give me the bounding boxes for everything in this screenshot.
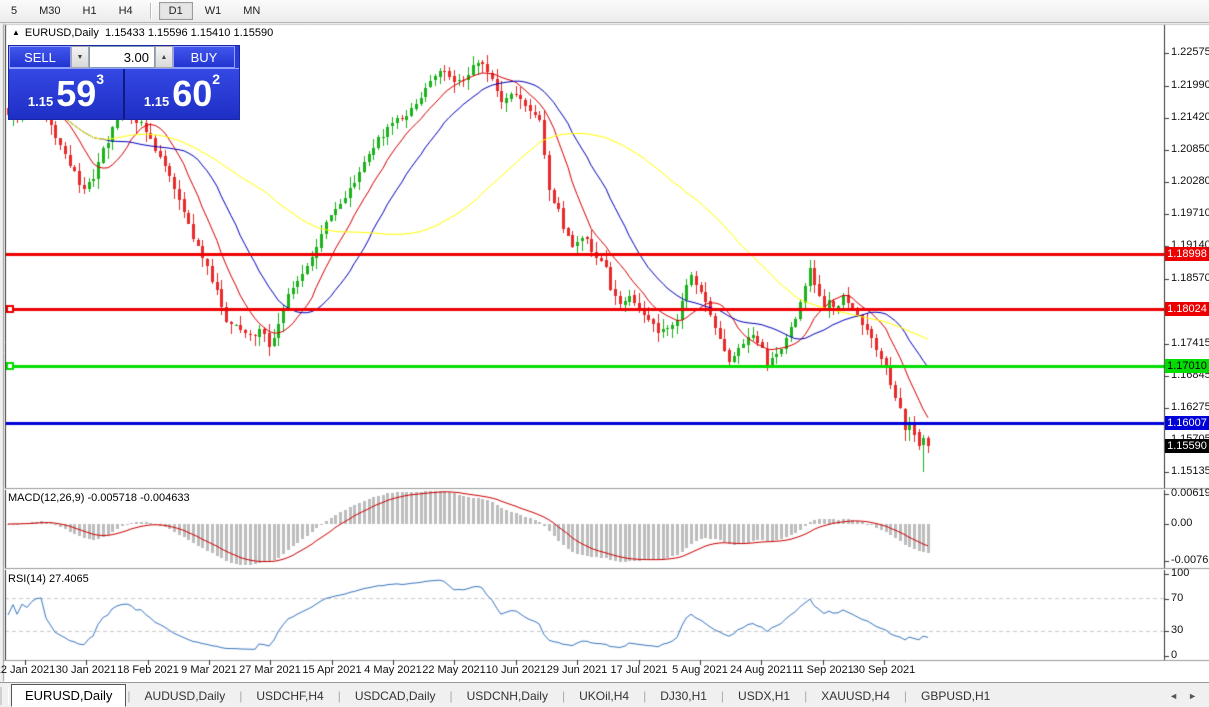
price-chart-canvas[interactable] xyxy=(0,22,1209,682)
date-axis-label: 18 Feb 2021 xyxy=(117,664,179,676)
chart-window: ▲ EURUSD,Daily 1.15433 1.15596 1.15410 1.… xyxy=(0,0,1209,707)
tab-UKOil[interactable]: UKOil,H4 xyxy=(566,686,642,706)
date-axis-label: 24 Aug 2021 xyxy=(730,664,792,676)
ask-price-prefix: 1.15 xyxy=(144,94,169,109)
one-click-trade-panel: SELL ▼ 3.00 ▲ BUY 1.15 59 3 1.15 60 2 xyxy=(8,45,240,120)
tab-EURUSD[interactable]: EURUSD,Daily xyxy=(11,684,126,707)
tab-GBPUSD[interactable]: GBPUSD,H1 xyxy=(908,686,1003,706)
sell-button[interactable]: SELL xyxy=(9,46,71,68)
current-price-tag: 1.15590 xyxy=(1165,439,1209,453)
date-axis-label: 4 May 2021 xyxy=(364,664,421,676)
volume-decrease-button[interactable]: ▼ xyxy=(71,46,89,68)
date-axis-label: 15 Apr 2021 xyxy=(302,664,361,676)
tab-USDCNH[interactable]: USDCNH,Daily xyxy=(454,686,561,706)
chart-ohlc-values: 1.15433 1.15596 1.15410 1.15590 xyxy=(105,27,273,39)
price-axis-label: 1.21990 xyxy=(1171,79,1209,91)
ask-price-big: 60 xyxy=(172,72,212,116)
price-level-tag-1.16007[interactable]: 1.16007 xyxy=(1165,416,1209,430)
volume-increase-button[interactable]: ▲ xyxy=(155,46,173,68)
buy-button[interactable]: BUY xyxy=(173,46,235,68)
tab-USDCAD[interactable]: USDCAD,Daily xyxy=(342,686,449,706)
rsi-axis-label: 0 xyxy=(1171,649,1177,661)
macd-axis-label: 0.006193 xyxy=(1171,487,1209,499)
tab-bar-grip xyxy=(0,687,9,705)
macd-indicator-label: MACD(12,26,9) -0.005718 -0.004633 xyxy=(8,492,190,504)
date-axis-label: 11 Sep 2021 xyxy=(792,664,854,676)
price-axis-label: 1.19710 xyxy=(1171,207,1209,219)
tab-USDX[interactable]: USDX,H1 xyxy=(725,686,803,706)
tab-AUDUSD[interactable]: AUDUSD,Daily xyxy=(132,686,239,706)
price-axis-label: 1.15135 xyxy=(1171,465,1209,477)
price-axis-label: 1.20280 xyxy=(1171,175,1209,187)
rsi-axis-label: 100 xyxy=(1171,567,1189,579)
ask-price-pipette: 2 xyxy=(212,71,220,87)
date-axis-label: 12 Jan 2021 xyxy=(0,664,55,676)
date-axis-label: 30 Jan 2021 xyxy=(56,664,117,676)
rsi-indicator-label: RSI(14) 27.4065 xyxy=(8,573,89,585)
price-level-tag-1.18998[interactable]: 1.18998 xyxy=(1165,247,1209,261)
tab-DJ30[interactable]: DJ30,H1 xyxy=(647,686,720,706)
price-level-tag-1.17010[interactable]: 1.17010 xyxy=(1165,359,1209,373)
price-axis-label: 1.16275 xyxy=(1171,401,1209,413)
date-axis-label: 17 Jul 2021 xyxy=(611,664,668,676)
bid-price-pipette: 3 xyxy=(96,71,104,87)
price-level-tag-1.18024[interactable]: 1.18024 xyxy=(1165,302,1209,316)
date-axis-label: 29 Jun 2021 xyxy=(547,664,608,676)
chart-collapse-icon[interactable]: ▲ xyxy=(12,28,20,37)
chart-title: ▲ EURUSD,Daily 1.15433 1.15596 1.15410 1.… xyxy=(12,27,273,39)
date-axis-label: 9 Mar 2021 xyxy=(181,664,237,676)
price-axis-label: 1.21420 xyxy=(1171,111,1209,123)
rsi-axis-label: 30 xyxy=(1171,624,1183,636)
tab-XAUUSD[interactable]: XAUUSD,H4 xyxy=(808,686,903,706)
bid-price-prefix: 1.15 xyxy=(28,94,53,109)
volume-input[interactable]: 3.00 xyxy=(89,46,155,68)
sell-price-button[interactable]: 1.15 59 3 xyxy=(9,69,123,119)
macd-axis-label: -0.00762 xyxy=(1171,554,1209,566)
price-axis-label: 1.20850 xyxy=(1171,143,1209,155)
chart-tab-bar: EURUSD,Daily|AUDUSD,Daily|USDCHF,H4|USDC… xyxy=(0,682,1209,707)
tab-scroll-left-button[interactable]: ◄ xyxy=(1169,691,1178,701)
bid-price-big: 59 xyxy=(56,72,96,116)
chart-symbol-label: EURUSD,Daily xyxy=(25,27,99,39)
price-axis-label: 1.18570 xyxy=(1171,272,1209,284)
price-axis-label: 1.17415 xyxy=(1171,337,1209,349)
rsi-axis-label: 70 xyxy=(1171,592,1183,604)
trading-platform-window: 5M30H1H4D1W1MN ▲EURUSD,Daily 1.15433 1.1… xyxy=(0,0,1209,707)
macd-axis-label: 0.00 xyxy=(1171,517,1192,529)
date-axis-label: 22 May 2021 xyxy=(422,664,486,676)
date-axis-label: 27 Mar 2021 xyxy=(239,664,301,676)
date-axis-label: 10 Jun 2021 xyxy=(486,664,547,676)
tab-USDCHF[interactable]: USDCHF,H4 xyxy=(243,686,336,706)
tab-scroll-buttons: ◄► xyxy=(1169,691,1197,701)
buy-price-button[interactable]: 1.15 60 2 xyxy=(123,69,239,119)
tab-scroll-right-button[interactable]: ► xyxy=(1188,691,1197,701)
date-axis-label: 30 Sep 2021 xyxy=(853,664,915,676)
date-axis-label: 5 Aug 2021 xyxy=(672,664,728,676)
price-axis-label: 1.22575 xyxy=(1171,46,1209,58)
